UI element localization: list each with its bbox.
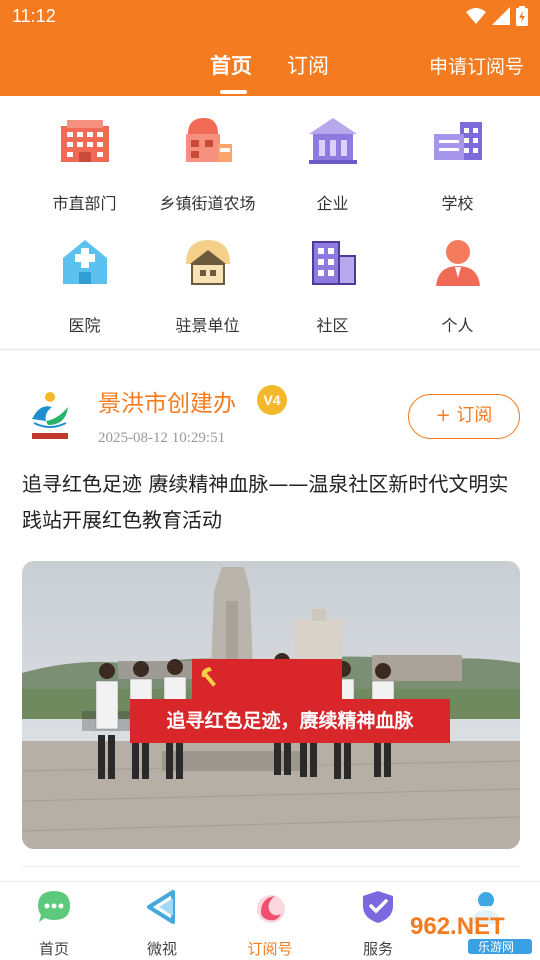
- subscription-icon: [257, 895, 285, 923]
- tab-subscribe[interactable]: 订阅: [287, 50, 329, 80]
- apply-subscription-link[interactable]: 申请订阅号: [429, 52, 524, 79]
- tab-active-indicator: [220, 90, 247, 94]
- site-watermark: 962.NET 乐游网: [402, 906, 536, 956]
- post-title[interactable]: 追寻红色足迹 赓续精神血脉——温泉社区新时代文明实践站开展红色教育活动: [22, 466, 522, 538]
- community-icon: [311, 241, 356, 285]
- category-label: 驻景单位: [175, 316, 240, 335]
- enterprise-icon: [308, 118, 357, 164]
- section-divider: [0, 348, 540, 351]
- town-hall-icon: [185, 118, 232, 162]
- category-label: 医院: [68, 316, 101, 335]
- battery-icon: [516, 6, 528, 26]
- category-stationed-units[interactable]: 驻景单位: [140, 234, 275, 344]
- category-school[interactable]: 学校: [390, 112, 525, 222]
- hospital-icon: [62, 240, 107, 284]
- nav-home[interactable]: 首页: [0, 888, 108, 959]
- category-label: 社区: [316, 316, 349, 335]
- shield-check-icon: [363, 891, 393, 923]
- post-separator: [22, 866, 520, 867]
- subscribe-button[interactable]: + 订阅: [408, 394, 520, 439]
- app-header: 11:12 首页 订阅 申请订阅号: [0, 0, 540, 96]
- status-bar: 11:12: [0, 0, 540, 34]
- category-grid: 市直部门 乡镇街道农场 企业 学校 医院 驻景单位 社区 个人: [0, 112, 540, 344]
- category-label: 企业: [316, 194, 349, 213]
- watermark-text: 962.NET: [410, 913, 505, 940]
- watermark-sub: 乐游网: [478, 940, 514, 954]
- status-icons: [466, 6, 528, 26]
- category-enterprise[interactable]: 企业: [265, 112, 400, 222]
- nav-subscriptions[interactable]: 订阅号: [216, 888, 324, 959]
- verified-badge: V4: [257, 385, 287, 415]
- category-label: 市直部门: [52, 194, 117, 213]
- top-tabs: 首页 订阅 申请订阅号: [0, 44, 540, 94]
- nav-label: 首页: [38, 940, 69, 958]
- category-label: 个人: [441, 316, 474, 335]
- category-community[interactable]: 社区: [265, 234, 400, 344]
- nav-label: 微视: [146, 940, 177, 958]
- nav-micro-video[interactable]: 微视: [108, 888, 216, 959]
- category-towns[interactable]: 乡镇街道农场: [140, 112, 275, 222]
- image-caption: 追寻红色足迹，赓续精神血脉: [130, 699, 450, 743]
- post-time: 2025-08-12 10:29:51: [98, 430, 226, 446]
- school-icon: [433, 122, 482, 160]
- category-label: 乡镇街道农场: [159, 194, 256, 213]
- unit-icon: [185, 240, 230, 285]
- chat-bubble-icon: [38, 891, 70, 922]
- nav-label: 订阅号: [247, 940, 293, 958]
- account-logo-icon[interactable]: [22, 385, 78, 445]
- wifi-icon: [466, 8, 486, 24]
- category-individual[interactable]: 个人: [390, 234, 525, 344]
- category-hospital[interactable]: 医院: [17, 234, 152, 344]
- post-header: 景洪市创建办 V4 2025-08-12 10:29:51 + 订阅: [0, 370, 540, 460]
- post-image[interactable]: 追寻红色足迹，赓续精神血脉: [22, 561, 520, 849]
- building-icon: [60, 120, 109, 162]
- tab-home[interactable]: 首页: [210, 50, 252, 80]
- category-city-departments[interactable]: 市直部门: [17, 112, 152, 222]
- post-author[interactable]: 景洪市创建办: [98, 384, 236, 418]
- signal-icon: [492, 7, 510, 25]
- play-triangle-icon: [147, 890, 175, 924]
- status-time: 11:12: [12, 6, 56, 26]
- category-label: 学校: [441, 194, 474, 213]
- person-icon: [435, 240, 480, 286]
